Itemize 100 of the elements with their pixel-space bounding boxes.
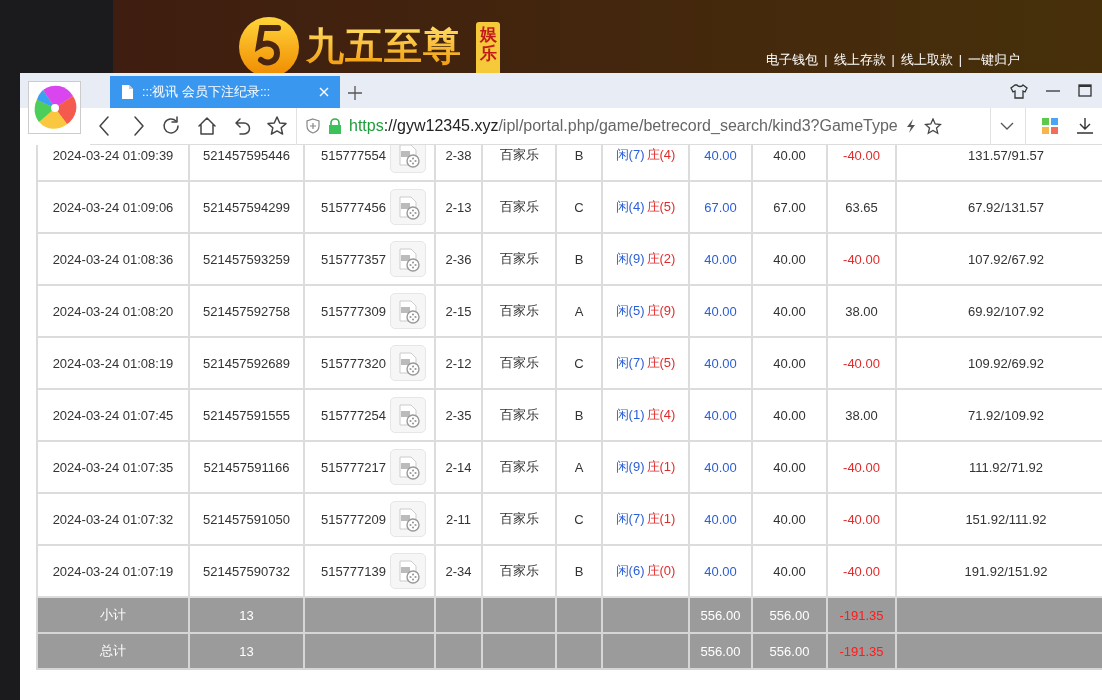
browser-logo-icon[interactable] bbox=[28, 81, 81, 134]
table-cell: 521457594299 bbox=[189, 181, 304, 233]
table-cell: B bbox=[556, 145, 602, 181]
table-cell: 2-35 bbox=[435, 389, 482, 441]
result-cell: 闲(9)庄(2) bbox=[602, 233, 689, 285]
amount-cell: -191.35 bbox=[827, 597, 896, 633]
download-icon[interactable] bbox=[1076, 117, 1094, 135]
shirt-icon[interactable] bbox=[1010, 82, 1028, 99]
table-cell: 2-15 bbox=[435, 285, 482, 337]
amount-cell: 40.00 bbox=[689, 389, 752, 441]
nav-link[interactable]: 线上取款 bbox=[900, 52, 953, 68]
result-cell: 闲(5)庄(9) bbox=[602, 285, 689, 337]
total-label: 小计 bbox=[37, 597, 189, 633]
amount-cell: 40.00 bbox=[752, 337, 827, 389]
table-cell: 521457592758 bbox=[189, 285, 304, 337]
shield-icon bbox=[305, 118, 321, 134]
home-icon[interactable] bbox=[196, 115, 218, 137]
close-icon[interactable] bbox=[318, 86, 330, 98]
table-cell: 515777139 bbox=[320, 563, 386, 579]
amount-cell: 40.00 bbox=[689, 337, 752, 389]
video-file-icon[interactable] bbox=[390, 345, 426, 381]
result-cell: 闲(7)庄(1) bbox=[602, 493, 689, 545]
table-cell: 2-12 bbox=[435, 337, 482, 389]
table-cell: 2-13 bbox=[435, 181, 482, 233]
video-file-icon[interactable] bbox=[390, 145, 426, 173]
result-cell: 闲(1)庄(4) bbox=[602, 389, 689, 441]
time-cell: 2024-03-24 01:08:36 bbox=[37, 233, 189, 285]
amount-cell: 38.00 bbox=[827, 285, 896, 337]
table-cell: 515777554 bbox=[320, 147, 386, 163]
amount-cell: 40.00 bbox=[689, 493, 752, 545]
amount-cell: 40.00 bbox=[752, 145, 827, 181]
table-cell: 百家乐 bbox=[482, 441, 556, 493]
result-cell: 闲(7)庄(4) bbox=[602, 145, 689, 181]
nav-link[interactable]: 一键归户 bbox=[968, 52, 1020, 68]
amount-cell: 67.00 bbox=[752, 181, 827, 233]
table-cell: A bbox=[556, 285, 602, 337]
table-cell: 2-14 bbox=[435, 441, 482, 493]
nav-link[interactable]: 电子钱包 bbox=[766, 52, 819, 68]
address-field[interactable]: https://gyw12345.xyz/ipl/portal.php/game/betrecord_search/kind3?GameType bbox=[349, 117, 898, 135]
table-cell: 521457591050 bbox=[189, 493, 304, 545]
table-cell: 2-36 bbox=[435, 233, 482, 285]
apps-icon[interactable] bbox=[1042, 118, 1058, 134]
table-cell: 百家乐 bbox=[482, 233, 556, 285]
video-file-icon[interactable] bbox=[390, 553, 426, 589]
table-cell: 515777309 bbox=[320, 303, 386, 319]
table-cell: 515777357 bbox=[320, 251, 386, 267]
table-cell: 515777209 bbox=[320, 511, 386, 527]
table-cell: 百家乐 bbox=[482, 389, 556, 441]
amount-cell: 40.00 bbox=[689, 145, 752, 181]
amount-cell: -40.00 bbox=[827, 233, 896, 285]
amount-cell: 556.00 bbox=[752, 597, 827, 633]
star-icon[interactable] bbox=[923, 117, 942, 135]
lock-icon bbox=[327, 118, 343, 134]
amount-cell: -191.35 bbox=[827, 633, 896, 669]
table-cell: C bbox=[556, 181, 602, 233]
table-cell: 521457593259 bbox=[189, 233, 304, 285]
video-file-icon[interactable] bbox=[390, 501, 426, 537]
amount-cell: 40.00 bbox=[752, 285, 827, 337]
table-cell: 2-38 bbox=[435, 145, 482, 181]
time-cell: 2024-03-24 01:07:32 bbox=[37, 493, 189, 545]
amount-cell: -40.00 bbox=[827, 337, 896, 389]
amount-cell: 40.00 bbox=[689, 441, 752, 493]
table-cell: 百家乐 bbox=[482, 145, 556, 181]
amount-cell: 556.00 bbox=[689, 597, 752, 633]
table-cell: 13 bbox=[189, 633, 304, 669]
table-cell: 521457595446 bbox=[189, 145, 304, 181]
maximize-icon[interactable] bbox=[1078, 82, 1092, 99]
amount-cell: 40.00 bbox=[689, 233, 752, 285]
table-cell: C bbox=[556, 493, 602, 545]
video-file-icon[interactable] bbox=[390, 293, 426, 329]
amount-cell: 67.00 bbox=[689, 181, 752, 233]
new-tab-icon[interactable] bbox=[348, 85, 362, 100]
video-file-icon[interactable] bbox=[390, 397, 426, 433]
video-file-icon[interactable] bbox=[390, 189, 426, 225]
table-cell: 百家乐 bbox=[482, 181, 556, 233]
table-cell: 百家乐 bbox=[482, 285, 556, 337]
amount-cell: -40.00 bbox=[827, 441, 896, 493]
video-file-icon[interactable] bbox=[390, 241, 426, 277]
table-cell: 515777320 bbox=[320, 355, 386, 371]
table-cell: A bbox=[556, 441, 602, 493]
brand-name: 九五至尊 bbox=[306, 24, 462, 68]
amount-cell: 556.00 bbox=[752, 633, 827, 669]
total-label: 总计 bbox=[37, 633, 189, 669]
link-separator: | bbox=[958, 52, 962, 68]
time-cell: 2024-03-24 01:07:45 bbox=[37, 389, 189, 441]
video-file-icon[interactable] bbox=[390, 449, 426, 485]
brand-badge: 娱乐 bbox=[476, 22, 500, 73]
time-cell: 2024-03-24 01:09:39 bbox=[37, 145, 189, 181]
amount-cell: 40.00 bbox=[689, 285, 752, 337]
coin-logo-icon bbox=[238, 16, 300, 73]
table-cell: 515777456 bbox=[320, 199, 386, 215]
table-cell: B bbox=[556, 389, 602, 441]
star-icon[interactable] bbox=[266, 115, 288, 137]
result-cell: 闲(9)庄(1) bbox=[602, 441, 689, 493]
amount-cell: 40.00 bbox=[752, 233, 827, 285]
table-cell: 2-11 bbox=[435, 493, 482, 545]
table-cell: 521457591555 bbox=[189, 389, 304, 441]
link-separator: | bbox=[824, 52, 828, 68]
table-cell: 515777217 bbox=[320, 459, 386, 475]
nav-link[interactable]: 线上存款 bbox=[833, 52, 886, 68]
